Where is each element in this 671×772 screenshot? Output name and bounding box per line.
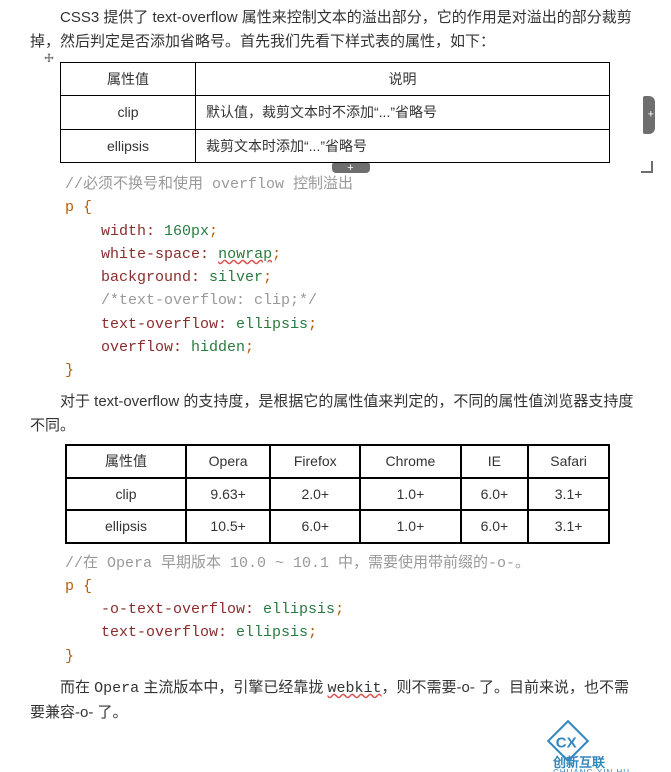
code-prop: white-space: bbox=[101, 246, 209, 263]
td: 6.0+ bbox=[270, 510, 360, 542]
code-selector: p bbox=[65, 578, 74, 595]
th: IE bbox=[461, 445, 529, 477]
code-val: silver bbox=[200, 269, 263, 286]
add-column-handle[interactable] bbox=[643, 96, 655, 134]
code-punc: ; bbox=[335, 601, 344, 618]
code-brace: { bbox=[83, 199, 92, 216]
move-handle-icon[interactable] bbox=[42, 52, 56, 66]
code-comment: //必须不换号和使用 overflow 控制溢出 bbox=[65, 176, 353, 193]
th-value: 属性值 bbox=[61, 63, 196, 96]
resize-handle-icon[interactable] bbox=[641, 161, 653, 173]
code-val: ellipsis bbox=[227, 316, 308, 333]
code-punc: ; bbox=[209, 223, 218, 240]
code-val: nowrap bbox=[209, 246, 272, 263]
code-prop: -o-text-overflow: bbox=[101, 601, 254, 618]
th: Firefox bbox=[270, 445, 360, 477]
th: Chrome bbox=[360, 445, 460, 477]
td: 3.1+ bbox=[528, 510, 609, 542]
logo-icon-text: CX bbox=[556, 731, 577, 755]
code-underlined: nowrap bbox=[218, 246, 272, 263]
td: 2.0+ bbox=[270, 478, 360, 510]
table-properties-wrap: 属性值 说明 clip 默认值，裁剪文本时不添加“...”省略号 ellipsi… bbox=[60, 62, 641, 163]
code-prop: overflow: bbox=[101, 339, 182, 356]
code-val: hidden bbox=[182, 339, 245, 356]
outro-paragraph: 而在 Opera 主流版本中，引擎已经靠拢 webkit，则不需要-o- 了。目… bbox=[30, 676, 641, 725]
code-val: ellipsis bbox=[254, 601, 335, 618]
code-val: ellipsis bbox=[227, 624, 308, 641]
code-brace: { bbox=[83, 578, 92, 595]
table-row: ellipsis 10.5+ 6.0+ 1.0+ 6.0+ 3.1+ bbox=[66, 510, 609, 542]
th: 属性值 bbox=[66, 445, 186, 477]
code-punc: ; bbox=[263, 269, 272, 286]
table-row: clip 9.63+ 2.0+ 1.0+ 6.0+ 3.1+ bbox=[66, 478, 609, 510]
code-val: 160px bbox=[155, 223, 209, 240]
td: ellipsis bbox=[66, 510, 186, 542]
td-value: clip bbox=[61, 96, 196, 129]
code-comment: //在 Opera 早期版本 10.0 ~ 10.1 中，需要使用带前缀的-o-… bbox=[65, 555, 530, 572]
td-desc: 默认值，裁剪文本时不添加“...”省略号 bbox=[196, 96, 610, 129]
table-row: clip 默认值，裁剪文本时不添加“...”省略号 bbox=[61, 96, 610, 129]
add-row-handle[interactable] bbox=[332, 163, 370, 173]
inline-code: webkit bbox=[328, 680, 382, 697]
table-row: ellipsis 裁剪文本时添加“...”省略号 bbox=[61, 129, 610, 162]
td-value: ellipsis bbox=[61, 129, 196, 162]
td: 1.0+ bbox=[360, 510, 460, 542]
code-prop: background: bbox=[101, 269, 200, 286]
watermark-logo: CX 创新互联 CHUANG XIN HU LIAN bbox=[553, 726, 653, 758]
table-header-row: 属性值 Opera Firefox Chrome IE Safari bbox=[66, 445, 609, 477]
td-desc: 裁剪文本时添加“...”省略号 bbox=[196, 129, 610, 162]
code-prop: text-overflow: bbox=[101, 624, 227, 641]
code-prop: text-overflow: bbox=[101, 316, 227, 333]
code-brace: } bbox=[65, 362, 74, 379]
td: 3.1+ bbox=[528, 478, 609, 510]
inline-code: Opera bbox=[94, 680, 139, 697]
code-brace: } bbox=[65, 648, 74, 665]
code-punc: ; bbox=[308, 316, 317, 333]
td: 1.0+ bbox=[360, 478, 460, 510]
code-prop: width: bbox=[101, 223, 155, 240]
intro-paragraph: CSS3 提供了 text-overflow 属性来控制文本的溢出部分，它的作用… bbox=[30, 6, 641, 54]
td: 6.0+ bbox=[461, 478, 529, 510]
code-block-2: //在 Opera 早期版本 10.0 ~ 10.1 中，需要使用带前缀的-o-… bbox=[65, 552, 641, 668]
td: 6.0+ bbox=[461, 510, 529, 542]
td: 10.5+ bbox=[186, 510, 270, 542]
td: 9.63+ bbox=[186, 478, 270, 510]
code-punc: ; bbox=[245, 339, 254, 356]
table-properties: 属性值 说明 clip 默认值，裁剪文本时不添加“...”省略号 ellipsi… bbox=[60, 62, 610, 163]
code-punc: ; bbox=[308, 624, 317, 641]
table-header-row: 属性值 说明 bbox=[61, 63, 610, 96]
code-comment: /*text-overflow: clip;*/ bbox=[101, 292, 317, 309]
code-selector: p bbox=[65, 199, 74, 216]
support-paragraph: 对于 text-overflow 的支持度，是根据它的属性值来判定的，不同的属性… bbox=[30, 390, 641, 438]
table-support: 属性值 Opera Firefox Chrome IE Safari clip … bbox=[65, 444, 610, 543]
code-block-1: //必须不换号和使用 overflow 控制溢出 p { width: 160p… bbox=[65, 173, 641, 382]
th: Opera bbox=[186, 445, 270, 477]
th-desc: 说明 bbox=[196, 63, 610, 96]
td: clip bbox=[66, 478, 186, 510]
th: Safari bbox=[528, 445, 609, 477]
code-punc: ; bbox=[272, 246, 281, 263]
